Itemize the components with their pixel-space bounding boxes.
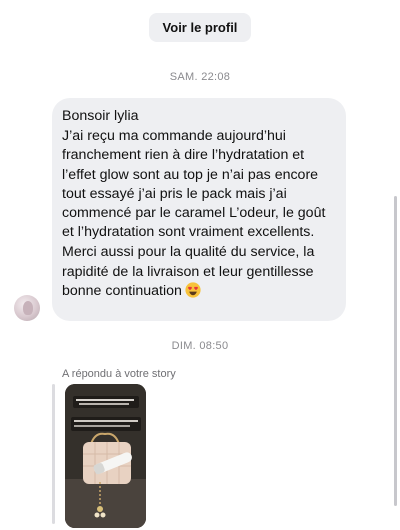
story-thumbnail[interactable] [65,384,146,528]
message-body: J’ai reçu ma commande aujourd’hui franch… [62,128,326,241]
message-bubble[interactable]: Bonsoir lylia J’ai reçu ma commande aujo… [52,98,346,321]
view-profile-button[interactable]: Voir le profil [149,13,251,42]
reply-indicator-bar [52,384,55,524]
scrollbar[interactable] [394,196,397,506]
story-reply-label: A répondu à votre story [62,368,176,380]
timestamp-sunday: DIM. 08:50 [171,340,229,352]
sender-avatar[interactable] [14,295,40,321]
timestamp-saturday: SAM. 22:08 [169,71,231,83]
message-greeting: Bonsoir lylia [62,108,139,124]
message-thanks: Merci aussi pour la qualité du service, … [62,243,336,301]
story-image [65,384,146,528]
heart-eyes-emoji-icon [185,282,201,298]
